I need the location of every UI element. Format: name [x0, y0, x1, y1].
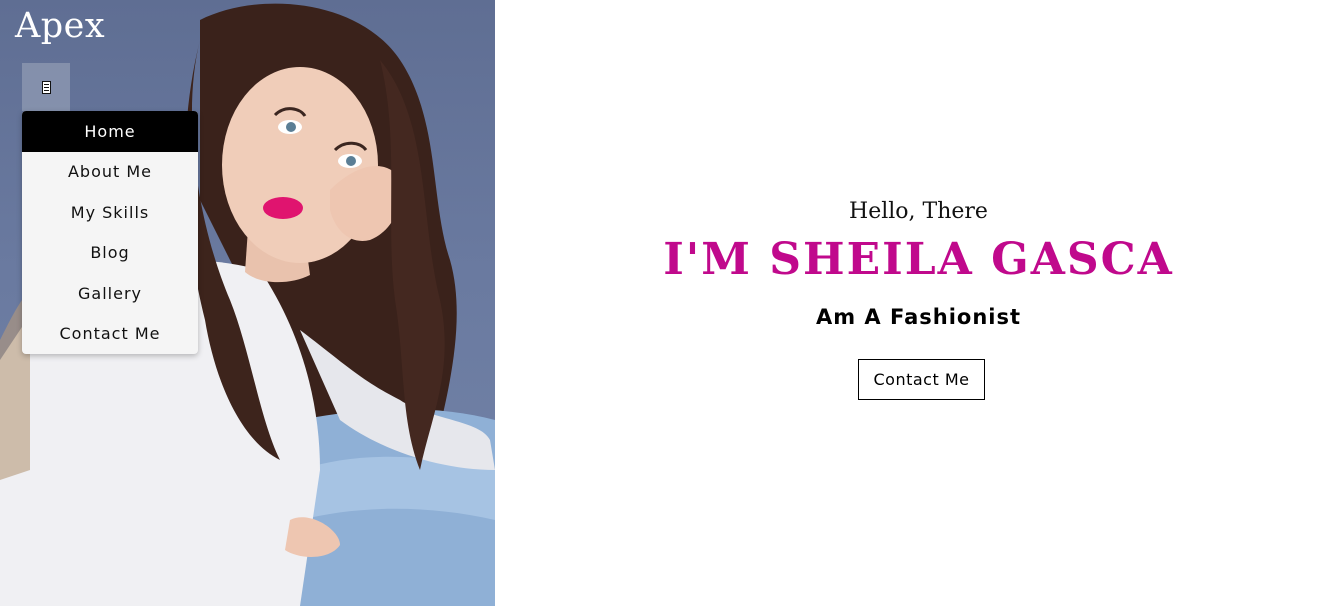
- hero-name: I'M SHEILA GASCA: [663, 234, 1174, 285]
- nav-item-blog[interactable]: Blog: [22, 233, 198, 274]
- nav-item-gallery[interactable]: Gallery: [22, 273, 198, 314]
- hero-section: Hello, There I'M SHEILA GASCA Am A Fashi…: [495, 0, 1342, 606]
- menu-toggle-button[interactable]: [22, 63, 70, 111]
- nav-item-home[interactable]: Home: [22, 111, 198, 152]
- nav-item-about[interactable]: About Me: [22, 152, 198, 193]
- nav-item-contact[interactable]: Contact Me: [22, 314, 198, 355]
- hero-greeting: Hello, There: [849, 199, 988, 224]
- nav-dropdown: Home About Me My Skills Blog Gallery Con…: [22, 111, 198, 354]
- hero-photo: Apex Home About Me My Skills Blog Galler…: [0, 0, 495, 606]
- menu-icon: [41, 80, 51, 94]
- contact-me-button[interactable]: Contact Me: [858, 359, 985, 400]
- hero-role: Am A Fashionist: [815, 305, 1022, 329]
- brand-logo[interactable]: Apex: [15, 6, 105, 46]
- nav-item-skills[interactable]: My Skills: [22, 192, 198, 233]
